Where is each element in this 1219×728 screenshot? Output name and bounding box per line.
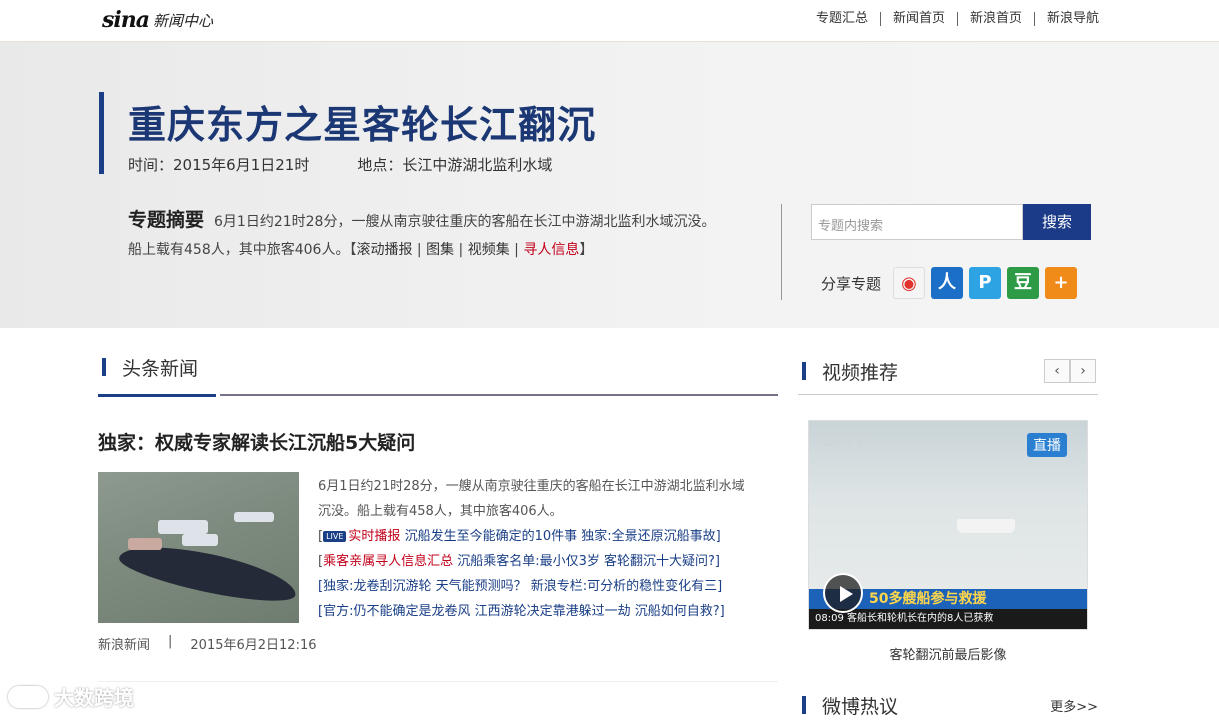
- summary-text: 6月1日约21时28分，一艘从南京驶往重庆的客船在长江中游湖北监利水域沉没。船上…: [128, 214, 716, 258]
- section-accent-bar: [102, 358, 106, 376]
- video-section-title: 视频推荐: [822, 362, 899, 384]
- rescue-boat-shape: [128, 538, 162, 550]
- article-title[interactable]: 独家：权威专家解读长江沉船5大疑问: [98, 428, 415, 455]
- share-bar: 分享专题 ◉ 人 P 豆 +: [821, 267, 1083, 299]
- related-line-1: [LIVE 实时播报 沉船发生至今能确定的10件事 独家:全景还原沉船事故]: [318, 529, 721, 544]
- summary-label: 专题摘要: [128, 209, 205, 231]
- link-video-set[interactable]: 视频集: [468, 242, 510, 258]
- share-label: 分享专题: [821, 274, 882, 293]
- rescue-boat-shape: [234, 512, 274, 522]
- article-text: 6月1日约21时28分，一艘从南京驶往重庆的客船在长江中游湖北监利水域 沉没。船…: [318, 474, 778, 624]
- link-gallery[interactable]: 图集: [426, 242, 454, 258]
- topic-place: 地点：长江中游湖北监利水域: [357, 156, 553, 174]
- live-badge: LIVE: [323, 531, 347, 542]
- article-datetime: 2015年6月2日12:16: [190, 638, 317, 653]
- nav-topics[interactable]: 专题汇总: [804, 12, 880, 26]
- topic-search: 专题内搜索 搜索: [811, 204, 1091, 240]
- topic-meta: 时间：2015年6月1日21时 地点：长江中游湖北监利水域: [128, 154, 552, 175]
- logo-subtitle: 新闻中心: [153, 11, 214, 30]
- link-live-report[interactable]: 实时播报: [348, 529, 400, 544]
- link-related-2[interactable]: 沉船乘客名单:最小仅3岁 客轮翻沉十大疑问?]: [457, 554, 720, 569]
- live-tag: 直播: [1027, 433, 1067, 457]
- weibo-icon[interactable]: ◉: [893, 267, 926, 299]
- article-footer: 新浪新闻 | 2015年6月2日12:16: [98, 634, 317, 653]
- watermark-text: 大数跨境: [54, 686, 134, 710]
- related-line-2: [乘客亲属寻人信息汇总 沉船乘客名单:最小仅3岁 客轮翻沉十大疑问?]: [318, 554, 720, 569]
- related-line-4[interactable]: [官方:仍不能确定是龙卷风 江西游轮决定靠港躲过一劫 沉船如何自救?]: [318, 599, 778, 624]
- channel-logo: CCTV: [821, 431, 868, 450]
- video-player[interactable]: CCTV 直播 50多艘船参与救援 08:09 客船长和轮机长在内的8人已获救: [808, 420, 1088, 630]
- renren-icon[interactable]: 人: [931, 267, 964, 299]
- section-underline: [220, 394, 778, 396]
- link-family-info[interactable]: 乘客亲属寻人信息汇总: [323, 554, 453, 569]
- sidebar: 视频推荐 ‹ › CCTV 直播 50多艘船参与救援 08:09 客船长和轮机长…: [798, 328, 1098, 718]
- search-input[interactable]: 专题内搜索: [811, 204, 1023, 240]
- link-missing-persons[interactable]: 寻人信息: [523, 242, 579, 258]
- section-title: 头条新闻: [122, 358, 199, 380]
- top-bar: sina 新闻中心 专题汇总 新闻首页 新浪首页 新浪导航: [0, 0, 1219, 42]
- rescue-boat-shape: [158, 520, 208, 534]
- article-source: 新浪新闻: [98, 638, 151, 653]
- section-accent-bar: [802, 696, 806, 714]
- section-underline: [798, 394, 1098, 395]
- nav-sina-guide[interactable]: 新浪导航: [1033, 12, 1099, 26]
- title-accent-bar: [99, 92, 104, 174]
- sina-wordmark: sina: [102, 7, 150, 33]
- topic-time: 时间：2015年6月1日21时: [128, 156, 310, 174]
- video-ticker: 08:09 客船长和轮机长在内的8人已获救: [809, 609, 1087, 629]
- sina-logo[interactable]: sina 新闻中心: [102, 7, 213, 33]
- watermark: 大数跨境: [8, 682, 134, 711]
- nav-sina-home[interactable]: 新浪首页: [956, 12, 1034, 26]
- section-accent-bar: [802, 362, 806, 380]
- ship-shape: [957, 519, 1015, 533]
- more-link[interactable]: 更多>>: [1050, 696, 1098, 715]
- link-rolling-news[interactable]: 滚动播报: [356, 242, 412, 258]
- divider: [98, 681, 778, 682]
- qq-zone-icon[interactable]: P: [969, 267, 1002, 299]
- search-button[interactable]: 搜索: [1023, 204, 1091, 240]
- more-share-icon[interactable]: +: [1045, 267, 1078, 299]
- article-thumbnail[interactable]: [98, 472, 299, 623]
- headline-header: 头条新闻: [98, 328, 778, 398]
- video-caption[interactable]: 客轮翻沉前最后影像: [808, 644, 1088, 663]
- footer-separator: |: [168, 634, 173, 649]
- watermark-logo-icon: [8, 685, 48, 708]
- hero-divider: [781, 204, 782, 300]
- article-lead-2: 沉没。船上载有458人，其中旅客406人。: [318, 504, 563, 519]
- headline-section: 头条新闻 独家：权威专家解读长江沉船5大疑问 6月1日约21时28分，一艘从南京…: [98, 328, 778, 682]
- article-lead-1: 6月1日约21时28分，一艘从南京驶往重庆的客船在长江中游湖北监利水域: [318, 479, 745, 494]
- link-related-1[interactable]: 沉船发生至今能确定的10件事 独家:全景还原沉船事故]: [405, 529, 721, 544]
- rescue-boat-shape: [182, 534, 218, 546]
- prev-arrow-icon[interactable]: ‹: [1044, 359, 1070, 383]
- page-title: 重庆东方之星客轮长江翻沉: [128, 103, 597, 147]
- play-icon[interactable]: [823, 573, 863, 613]
- next-arrow-icon[interactable]: ›: [1070, 359, 1096, 383]
- related-line-3[interactable]: [独家:龙卷刮沉游轮 天气能预测吗？ 新浪专栏:可分析的稳性变化有三]: [318, 574, 778, 599]
- weibo-header: 微博热议 更多>>: [798, 688, 1098, 728]
- weibo-section-title: 微博热议: [822, 696, 899, 718]
- video-header: 视频推荐 ‹ ›: [798, 328, 1098, 398]
- top-nav: 专题汇总 新闻首页 新浪首页 新浪导航: [804, 12, 1099, 26]
- topic-hero: 重庆东方之星客轮长江翻沉 时间：2015年6月1日21时 地点：长江中游湖北监利…: [0, 42, 1219, 328]
- section-underline-active: [98, 394, 216, 397]
- topic-summary: 专题摘要 6月1日约21时28分，一艘从南京驶往重庆的客船在长江中游湖北监利水域沉…: [128, 209, 716, 258]
- nav-news-home[interactable]: 新闻首页: [879, 12, 957, 26]
- douban-icon[interactable]: 豆: [1007, 267, 1040, 299]
